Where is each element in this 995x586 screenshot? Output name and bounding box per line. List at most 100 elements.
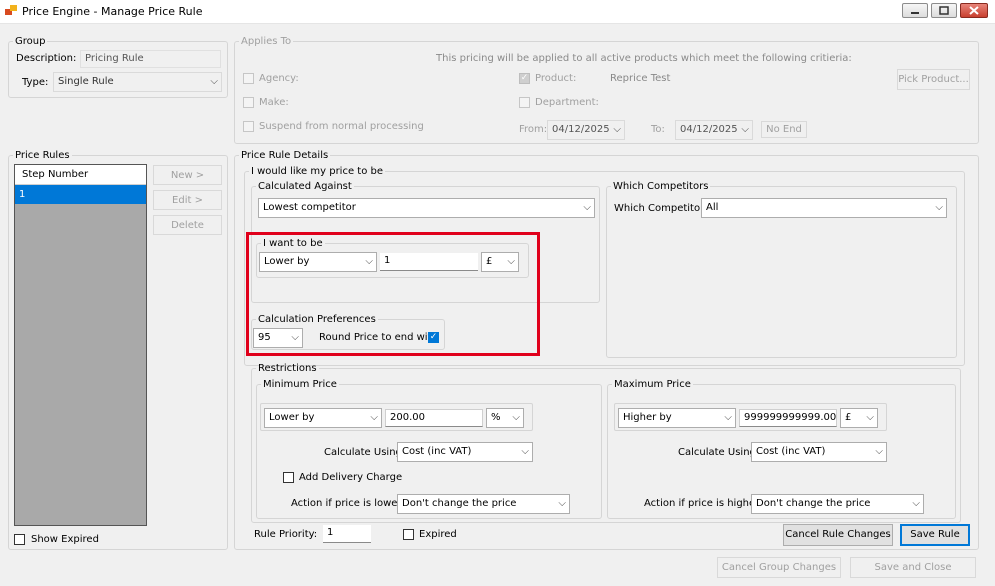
- chevron-down-icon: ⌵: [583, 202, 591, 213]
- price-rules-legend: Price Rules: [15, 150, 70, 161]
- add-delivery-label: Add Delivery Charge: [299, 472, 403, 483]
- min-calc-using-select[interactable]: Cost (inc VAT) ⌵: [397, 442, 533, 462]
- expired-label: Expired: [419, 529, 457, 540]
- agency-checkbox[interactable]: [243, 73, 254, 84]
- calculated-against-value: Lowest competitor: [263, 202, 356, 213]
- type-label: Type:: [22, 77, 49, 88]
- window-title: Price Engine - Manage Price Rule: [22, 5, 203, 18]
- price-rules-list[interactable]: Step Number 1: [14, 164, 147, 526]
- show-expired-checkbox[interactable]: [14, 534, 25, 545]
- make-label: Make:: [259, 97, 289, 108]
- which-competitors-legend: Which Competitors: [613, 181, 709, 192]
- min-action-select[interactable]: Don't change the price ⌵: [397, 494, 570, 514]
- chevron-down-icon: ⌵: [512, 412, 520, 423]
- type-value: Single Rule: [58, 76, 114, 87]
- from-label: From:: [519, 124, 548, 135]
- minimize-button[interactable]: [902, 3, 928, 18]
- max-action-value: Don't change the price: [756, 498, 871, 509]
- maximize-icon: [939, 6, 949, 15]
- max-calc-using-value: Cost (inc VAT): [756, 446, 826, 457]
- minimum-price-legend: Minimum Price: [263, 379, 337, 390]
- to-date-value: 04/12/2025: [680, 124, 738, 135]
- save-rule-button[interactable]: Save Rule: [900, 524, 970, 546]
- app-icon: [5, 5, 17, 15]
- min-amount-input[interactable]: 200.00: [385, 409, 483, 427]
- chevron-down-icon: ⌵: [613, 124, 621, 135]
- restrictions-legend: Restrictions: [258, 363, 317, 374]
- to-date-picker[interactable]: 04/12/2025 ⌵: [675, 120, 753, 140]
- min-calc-using-label: Calculate Using:: [324, 447, 406, 458]
- delete-rule-button[interactable]: Delete: [153, 215, 222, 235]
- cancel-group-changes-button[interactable]: Cancel Group Changes: [717, 557, 841, 578]
- chevron-down-icon: ⌵: [521, 446, 529, 457]
- rule-priority-input[interactable]: 1: [323, 525, 371, 543]
- highlight-box: [246, 232, 540, 356]
- max-unit-select[interactable]: £ ⌵: [840, 408, 878, 428]
- title-bar: Price Engine - Manage Price Rule: [0, 0, 995, 24]
- max-amount-input[interactable]: 999999999999.00: [739, 409, 837, 427]
- price-target-legend: I would like my price to be: [251, 166, 384, 177]
- min-calc-using-value: Cost (inc VAT): [402, 446, 472, 457]
- table-row[interactable]: 1: [15, 185, 146, 204]
- which-competitors-select[interactable]: All ⌵: [701, 198, 947, 218]
- show-expired-label: Show Expired: [31, 534, 99, 545]
- min-mode-select[interactable]: Lower by ⌵: [264, 408, 382, 428]
- make-checkbox[interactable]: [243, 97, 254, 108]
- save-and-close-button[interactable]: Save and Close: [850, 557, 976, 578]
- add-delivery-checkbox[interactable]: [283, 472, 294, 483]
- description-label: Description:: [16, 53, 77, 64]
- from-date-value: 04/12/2025: [552, 124, 610, 135]
- min-unit-select[interactable]: % ⌵: [486, 408, 524, 428]
- maximize-button[interactable]: [931, 3, 957, 18]
- max-calc-using-label: Calculate Using:: [678, 447, 760, 458]
- calculated-against-select[interactable]: Lowest competitor ⌵: [258, 198, 595, 218]
- from-date-picker[interactable]: 04/12/2025 ⌵: [547, 120, 625, 140]
- chevron-down-icon: ⌵: [935, 202, 943, 213]
- max-action-select[interactable]: Don't change the price ⌵: [751, 494, 924, 514]
- cancel-rule-changes-button[interactable]: Cancel Rule Changes: [783, 524, 893, 546]
- product-checkbox[interactable]: ✓: [519, 73, 530, 84]
- max-unit-value: £: [845, 412, 852, 423]
- chevron-down-icon: ⌵: [875, 446, 883, 457]
- applies-to-legend: Applies To: [241, 36, 292, 47]
- rule-priority-label: Rule Priority:: [254, 529, 318, 540]
- calculated-against-legend: Calculated Against: [258, 181, 352, 192]
- chevron-down-icon: ⌵: [912, 498, 920, 509]
- close-button[interactable]: [960, 3, 988, 18]
- min-mode-value: Lower by: [269, 412, 315, 423]
- chevron-down-icon: ⌵: [724, 412, 732, 423]
- department-checkbox[interactable]: [519, 97, 530, 108]
- suspend-label: Suspend from normal processing: [259, 121, 424, 132]
- new-rule-button[interactable]: New >: [153, 165, 222, 185]
- chevron-down-icon: ⌵: [558, 498, 566, 509]
- no-end-button[interactable]: No End: [761, 121, 807, 138]
- step-number-header[interactable]: Step Number: [15, 165, 146, 185]
- group-legend: Group: [15, 36, 46, 47]
- min-action-label: Action if price is lower:: [291, 498, 405, 509]
- edit-rule-button[interactable]: Edit >: [153, 190, 222, 210]
- chevron-down-icon: ⌵: [741, 124, 749, 135]
- chevron-down-icon: ⌵: [866, 412, 874, 423]
- max-action-label: Action if price is higher:: [644, 498, 763, 509]
- min-unit-value: %: [491, 412, 501, 423]
- agency-label: Agency:: [259, 73, 299, 84]
- min-action-value: Don't change the price: [402, 498, 517, 509]
- description-field[interactable]: Pricing Rule: [80, 50, 221, 68]
- pick-product-button[interactable]: Pick Product...: [897, 69, 970, 90]
- max-calc-using-select[interactable]: Cost (inc VAT) ⌵: [751, 442, 887, 462]
- product-label: Product:: [535, 73, 577, 84]
- expired-checkbox[interactable]: [403, 529, 414, 540]
- maximum-price-legend: Maximum Price: [614, 379, 691, 390]
- minimize-icon: [911, 12, 919, 14]
- suspend-checkbox[interactable]: [243, 121, 254, 132]
- applies-info-text: This pricing will be applied to all acti…: [436, 53, 852, 64]
- close-icon: [969, 6, 979, 15]
- which-competitors-label: Which Competitors:: [614, 203, 713, 214]
- price-rule-details-legend: Price Rule Details: [241, 150, 329, 161]
- which-competitors-value: All: [706, 202, 719, 213]
- product-value: Reprice Test: [610, 73, 671, 84]
- max-mode-value: Higher by: [623, 412, 672, 423]
- type-select[interactable]: Single Rule ⌵: [53, 72, 222, 92]
- chevron-down-icon: ⌵: [370, 412, 378, 423]
- max-mode-select[interactable]: Higher by ⌵: [618, 408, 736, 428]
